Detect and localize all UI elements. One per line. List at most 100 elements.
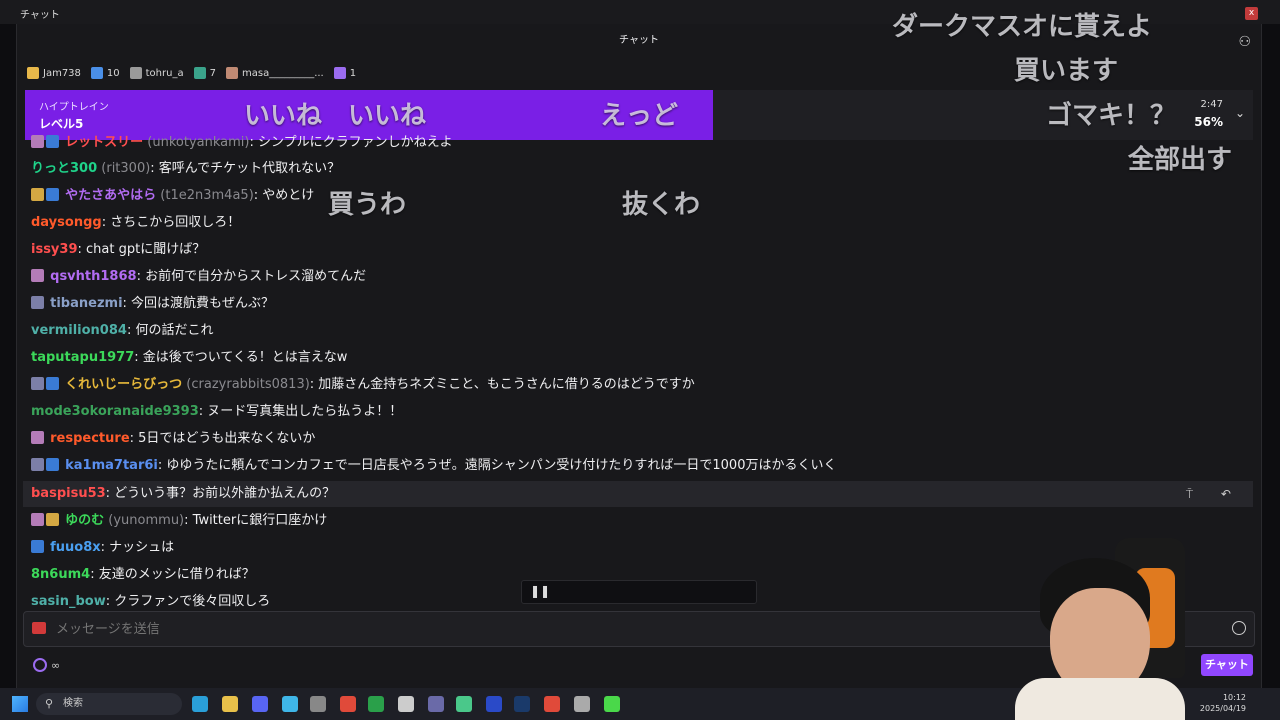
chat-message[interactable]: レットスリー (unkotyankami): シンプルにクラファンしかねえよ <box>23 134 1253 156</box>
chat-login: (unkotyankami) <box>147 135 250 150</box>
gift-leaderboard: Jam738 10 tohru_a 7 masa_________... 1 <box>27 64 356 82</box>
chat-text: : 5日ではどうも出来なくないか <box>129 431 316 446</box>
chat-message[interactable]: qsvhth1868: お前何で自分からストレス溜めてんだ <box>23 264 1253 290</box>
record-icon[interactable] <box>32 622 46 634</box>
star-badge-icon <box>31 188 44 201</box>
chat-message[interactable]: issy39: chat gptに聞けば？ <box>23 237 1253 263</box>
leaderboard-entry[interactable]: 7 <box>193 67 216 79</box>
chat-text: : お前何で自分からストレス溜めてんだ <box>136 269 367 284</box>
chat-text: : ヌード写真集出したら払うよ！！ <box>198 404 403 419</box>
chat-username[interactable]: 8n6um4 <box>31 567 90 582</box>
chat-login: (rit300) <box>101 161 151 176</box>
hype-train-label: ハイプトレイン <box>39 102 109 113</box>
chat-message[interactable]: taputapu1977: 金は後でついてくる！とは言えなw <box>23 345 1253 371</box>
pause-icon: ❚❚ <box>530 584 551 598</box>
gift-icon <box>333 67 346 79</box>
avatar-badge-icon <box>31 513 44 526</box>
leaderboard-entry[interactable]: Jam738 <box>27 67 81 79</box>
app-icon[interactable] <box>310 696 326 712</box>
chevron-down-icon[interactable]: ⌄ <box>1235 106 1245 120</box>
app-icon[interactable] <box>486 696 502 712</box>
leaderboard-name: Jam738 <box>43 67 81 79</box>
overlay-caption: えっど <box>600 101 679 131</box>
message-actions[interactable]: ⍑ ↶ <box>1186 481 1243 507</box>
leaderboard-count: 7 <box>209 67 216 79</box>
search-icon: ⚲ <box>45 697 54 710</box>
steam-icon[interactable] <box>514 696 530 712</box>
chat-username[interactable]: qsvhth1868 <box>50 269 136 284</box>
chat-message[interactable]: vermilion084: 何の話だこれ <box>23 318 1253 344</box>
chat-username[interactable]: りっと300 <box>31 161 97 176</box>
chat-message-input[interactable] <box>54 621 758 638</box>
chat-username[interactable]: ka1ma7tar6i <box>65 458 158 473</box>
chat-text: : シンプルにクラファンしかねえよ <box>249 135 453 150</box>
leaderboard-entry[interactable]: 1 <box>333 67 357 79</box>
x-icon[interactable] <box>398 696 414 712</box>
chrome-icon[interactable] <box>340 696 356 712</box>
leaderboard-name: masa_________... <box>241 67 324 79</box>
app-icon[interactable] <box>428 696 444 712</box>
chat-text: : Twitterに銀行口座かけ <box>184 513 328 528</box>
leaderboard-count: 1 <box>349 67 357 79</box>
hype-train-level: レベル5 <box>39 117 84 131</box>
community-users-icon[interactable]: ⚇ <box>1238 34 1251 50</box>
leaderboard-entry[interactable]: 10 <box>90 67 120 79</box>
app-icon[interactable] <box>456 696 472 712</box>
subscriber-badge-icon <box>31 540 44 553</box>
chrome-icon[interactable] <box>544 696 560 712</box>
overlay-caption: 買います <box>1014 56 1119 86</box>
gift-icon <box>225 67 238 79</box>
taskbar-search[interactable]: ⚲ 検索 <box>36 693 182 715</box>
notepad-icon[interactable] <box>282 696 298 712</box>
chat-username[interactable]: sasin_bow <box>31 594 106 609</box>
overlay-caption: 全部出す <box>1128 145 1233 175</box>
chat-message[interactable]: respecture: 5日ではどうも出来なくないか <box>23 426 1253 452</box>
chat-text: : 加藤さん金持ちネズミこと、もこうさんに借りるのはどうですか <box>309 377 695 392</box>
chat-username[interactable]: ゆのむ <box>65 513 104 528</box>
chat-message[interactable]: くれいじーらびっつ (crazyrabbits0813): 加藤さん金持ちネズミ… <box>23 372 1253 398</box>
leaderboard-entry[interactable]: masa_________... <box>225 67 324 79</box>
chat-username[interactable]: やたさあやはら <box>65 188 156 203</box>
excel-icon[interactable] <box>368 696 384 712</box>
channel-points[interactable]: ∞ <box>33 658 60 672</box>
chat-username[interactable]: vermilion084 <box>31 323 127 338</box>
chat-username[interactable]: mode3okoranaide9393 <box>31 404 199 419</box>
chat-username[interactable]: tibanezmi <box>50 296 122 311</box>
leaderboard-entry[interactable]: tohru_a <box>129 67 184 79</box>
app-icon[interactable] <box>574 696 590 712</box>
app-icon[interactable] <box>604 696 620 712</box>
chat-text: : 何の話だこれ <box>126 323 214 338</box>
chat-message[interactable]: ka1ma7tar6i: ゆゆうたに頼んでコンカフェで一日店長やろうぜ。遠隔シャ… <box>23 453 1253 479</box>
chat-message[interactable]: mode3okoranaide9393: ヌード写真集出したら払うよ！！ <box>23 399 1253 425</box>
avatar-badge-icon <box>31 296 44 309</box>
avatar-badge-icon <box>31 377 44 390</box>
chat-message-hovered[interactable]: baspisu53: どういう事？お前以外誰か払えんの？ ⍑ ↶ <box>23 481 1253 507</box>
chat-username[interactable]: fuuo8x <box>50 540 101 555</box>
avatar-badge-icon <box>31 135 44 148</box>
subscriber-badge-icon <box>46 188 59 201</box>
chat-text: : クラファンで後々回収しろ <box>105 594 271 609</box>
folder-icon[interactable] <box>222 696 238 712</box>
chat-login: (yunommu) <box>108 513 185 528</box>
chat-text: : やめとけ <box>253 188 315 203</box>
chat-username[interactable]: daysongg <box>31 215 102 230</box>
chat-message[interactable]: tibanezmi: 今回は渡航費もぜんぶ？ <box>23 291 1253 317</box>
emote-picker-icon[interactable] <box>1232 621 1246 635</box>
chat-username[interactable]: issy39 <box>31 242 78 257</box>
chat-username[interactable]: baspisu53 <box>31 486 106 501</box>
webcam-overlay <box>985 528 1225 720</box>
chat-username[interactable]: respecture <box>50 431 130 446</box>
gift-icon <box>27 67 39 79</box>
edge-icon[interactable] <box>192 696 208 712</box>
chat-username[interactable]: レットスリー <box>65 135 143 150</box>
chat-paused-bar[interactable]: ❚❚ <box>521 580 757 604</box>
chat-username[interactable]: くれいじーらびっつ <box>65 377 182 392</box>
chat-message[interactable]: りっと300 (rit300): 客呼んでチケット代取れない？ <box>23 156 1253 182</box>
windows-start-icon[interactable] <box>12 696 28 712</box>
leaderboard-count: 10 <box>106 67 120 79</box>
chat-text: : 今回は渡航費もぜんぶ？ <box>122 296 275 311</box>
discord-icon[interactable] <box>252 696 268 712</box>
close-icon[interactable]: x <box>1245 7 1258 20</box>
chat-username[interactable]: taputapu1977 <box>31 350 134 365</box>
hype-train-timer: 2:47 <box>1200 99 1223 110</box>
